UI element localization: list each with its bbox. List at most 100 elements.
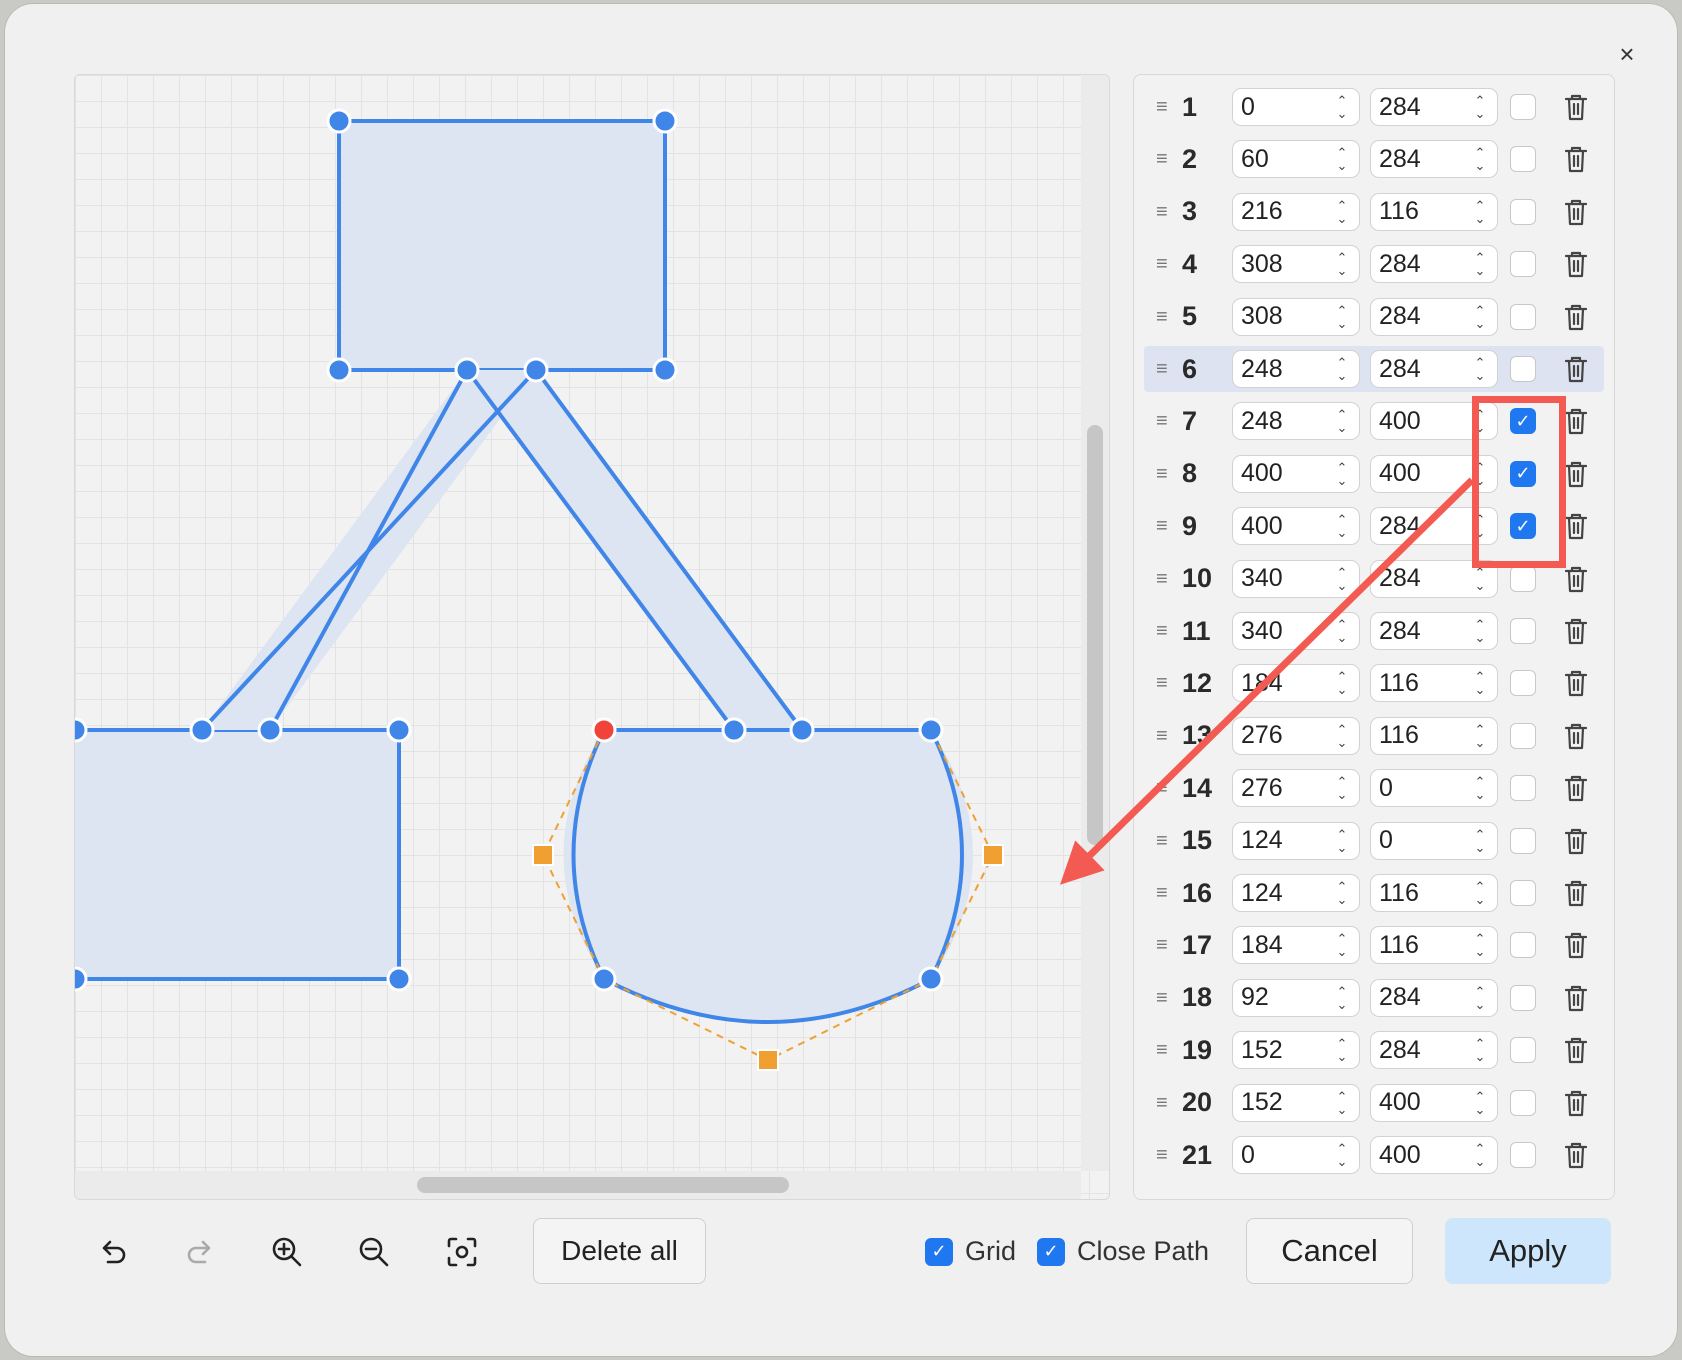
delete-point-button[interactable] (1562, 616, 1590, 646)
y-stepper-icon[interactable]: ⌃ ⌄ (1467, 1034, 1493, 1066)
point-row[interactable]: ≡ 20 152 ⌃ ⌄ 400 ⌃ ⌄ (1144, 1080, 1604, 1126)
point-y-input[interactable]: 0 ⌃ ⌄ (1370, 769, 1498, 808)
point-row[interactable]: ≡ 4 308 ⌃ ⌄ 284 ⌃ ⌄ (1144, 241, 1604, 287)
delete-all-button[interactable]: Delete all (533, 1218, 706, 1284)
vertex-point[interactable] (75, 717, 88, 743)
horizontal-scrollbar[interactable] (75, 1171, 1081, 1199)
point-row[interactable]: ≡ 12 184 ⌃ ⌄ 116 ⌃ ⌄ (1144, 660, 1604, 706)
drag-handle-icon[interactable]: ≡ (1156, 831, 1172, 851)
drag-handle-icon[interactable]: ≡ (1156, 1093, 1172, 1113)
point-row[interactable]: ≡ 15 124 ⌃ ⌄ 0 ⌃ ⌄ (1144, 818, 1604, 864)
delete-point-button[interactable] (1562, 302, 1590, 332)
point-row[interactable]: ≡ 1 0 ⌃ ⌄ 284 ⌃ ⌄ (1144, 84, 1604, 130)
delete-point-button[interactable] (1562, 826, 1590, 856)
y-stepper-icon[interactable]: ⌃ ⌄ (1467, 772, 1493, 804)
x-stepper-icon[interactable]: ⌃ ⌄ (1329, 615, 1355, 647)
y-stepper-icon[interactable]: ⌃ ⌄ (1467, 929, 1493, 961)
x-stepper-icon[interactable]: ⌃ ⌄ (1329, 982, 1355, 1014)
vertex-point[interactable] (189, 717, 215, 743)
delete-point-button[interactable] (1562, 878, 1590, 908)
point-row[interactable]: ≡ 2 60 ⌃ ⌄ 284 ⌃ ⌄ (1144, 136, 1604, 182)
x-stepper-icon[interactable]: ⌃ ⌄ (1329, 772, 1355, 804)
point-y-input[interactable]: 116 ⌃ ⌄ (1370, 874, 1498, 912)
point-y-input[interactable]: 284 ⌃ ⌄ (1370, 978, 1498, 1017)
drag-handle-icon[interactable]: ≡ (1156, 778, 1172, 798)
y-stepper-icon[interactable]: ⌃ ⌄ (1467, 353, 1493, 385)
point-row[interactable]: ≡ 6 248 ⌃ ⌄ 284 ⌃ ⌄ (1144, 346, 1604, 392)
point-x-input[interactable]: 340 ⌃ ⌄ (1232, 559, 1360, 598)
vertex-point[interactable] (591, 966, 617, 992)
undo-button[interactable] (91, 1218, 135, 1286)
curve-checkbox[interactable] (1510, 932, 1536, 959)
x-stepper-icon[interactable]: ⌃ ⌄ (1329, 405, 1355, 437)
point-x-input[interactable]: 400 ⌃ ⌄ (1232, 507, 1360, 546)
delete-point-button[interactable] (1562, 92, 1590, 122)
curve-checkbox[interactable] (1510, 670, 1536, 697)
point-x-input[interactable]: 92 ⌃ ⌄ (1232, 978, 1360, 1017)
curve-checkbox[interactable] (1510, 1142, 1536, 1168)
point-y-input[interactable]: 116 ⌃ ⌄ (1370, 664, 1498, 703)
y-stepper-icon[interactable]: ⌃ ⌄ (1467, 877, 1493, 909)
point-row[interactable]: ≡ 21 0 ⌃ ⌄ 400 ⌃ ⌄ (1144, 1132, 1604, 1178)
vertical-scrollbar[interactable] (1081, 75, 1109, 1171)
curve-checkbox[interactable] (1510, 94, 1536, 120)
fit-view-button[interactable] (440, 1218, 484, 1286)
point-x-input[interactable]: 248 ⌃ ⌄ (1232, 402, 1360, 441)
drag-handle-icon[interactable]: ≡ (1156, 516, 1172, 536)
y-stepper-icon[interactable]: ⌃ ⌄ (1467, 667, 1493, 699)
vertex-point[interactable] (721, 717, 747, 743)
point-y-input[interactable]: 284 ⌃ ⌄ (1370, 297, 1498, 336)
point-row[interactable]: ≡ 18 92 ⌃ ⌄ 284 ⌃ ⌄ (1144, 975, 1604, 1021)
grid-toggle[interactable]: ✓ Grid (925, 1236, 1016, 1267)
drag-handle-icon[interactable]: ≡ (1156, 359, 1172, 379)
x-stepper-icon[interactable]: ⌃ ⌄ (1329, 248, 1355, 280)
point-row[interactable]: ≡ 19 152 ⌃ ⌄ 284 ⌃ ⌄ (1144, 1027, 1604, 1073)
drag-handle-icon[interactable]: ≡ (1156, 569, 1172, 589)
x-stepper-icon[interactable]: ⌃ ⌄ (1329, 667, 1355, 699)
point-x-input[interactable]: 248 ⌃ ⌄ (1232, 350, 1360, 388)
drag-handle-icon[interactable]: ≡ (1156, 254, 1172, 274)
vertex-point[interactable] (523, 357, 549, 383)
curve-checkbox[interactable] (1510, 303, 1536, 330)
close-button[interactable]: × (1610, 37, 1644, 71)
drag-handle-icon[interactable]: ≡ (1156, 307, 1172, 327)
point-row[interactable]: ≡ 14 276 ⌃ ⌄ 0 ⌃ ⌄ (1144, 765, 1604, 811)
x-stepper-icon[interactable]: ⌃ ⌄ (1329, 563, 1355, 595)
drag-handle-icon[interactable]: ≡ (1156, 1040, 1172, 1060)
delete-point-button[interactable] (1562, 983, 1590, 1013)
apply-button[interactable]: Apply (1445, 1218, 1611, 1284)
x-stepper-icon[interactable]: ⌃ ⌄ (1329, 301, 1355, 333)
drag-handle-icon[interactable]: ≡ (1156, 935, 1172, 955)
point-y-input[interactable]: 116 ⌃ ⌄ (1370, 926, 1498, 965)
delete-point-button[interactable] (1562, 930, 1590, 960)
delete-point-button[interactable] (1562, 1140, 1590, 1170)
x-stepper-icon[interactable]: ⌃ ⌄ (1329, 353, 1355, 385)
point-row[interactable]: ≡ 5 308 ⌃ ⌄ 284 ⌃ ⌄ (1144, 294, 1604, 340)
delete-point-button[interactable] (1562, 144, 1590, 174)
delete-point-button[interactable] (1562, 721, 1590, 751)
y-stepper-icon[interactable]: ⌃ ⌄ (1467, 91, 1493, 123)
delete-point-button[interactable] (1562, 249, 1590, 279)
zoom-in-button[interactable] (265, 1218, 309, 1286)
drag-handle-icon[interactable]: ≡ (1156, 988, 1172, 1008)
curve-checkbox[interactable] (1510, 775, 1536, 802)
curve-checkbox[interactable] (1510, 565, 1536, 592)
vertex-point[interactable] (918, 966, 944, 992)
curve-checkbox[interactable] (1510, 251, 1536, 278)
cancel-button[interactable]: Cancel (1246, 1218, 1413, 1284)
y-stepper-icon[interactable]: ⌃ ⌄ (1467, 196, 1493, 228)
vertex-point[interactable] (386, 717, 412, 743)
vertex-point[interactable] (652, 357, 678, 383)
x-stepper-icon[interactable]: ⌃ ⌄ (1329, 196, 1355, 228)
close-path-toggle[interactable]: ✓ Close Path (1037, 1236, 1209, 1267)
delete-point-button[interactable] (1562, 773, 1590, 803)
control-point[interactable] (757, 1049, 779, 1071)
vertex-point[interactable] (257, 717, 283, 743)
y-stepper-icon[interactable]: ⌃ ⌄ (1467, 982, 1493, 1014)
grid-checkbox[interactable]: ✓ (925, 1237, 953, 1266)
point-row[interactable]: ≡ 11 340 ⌃ ⌄ 284 ⌃ ⌄ (1144, 608, 1604, 654)
point-x-input[interactable]: 124 ⌃ ⌄ (1232, 821, 1360, 860)
curve-checkbox[interactable] (1510, 880, 1536, 906)
x-stepper-icon[interactable]: ⌃ ⌄ (1329, 1087, 1355, 1119)
vertex-point[interactable] (454, 357, 480, 383)
